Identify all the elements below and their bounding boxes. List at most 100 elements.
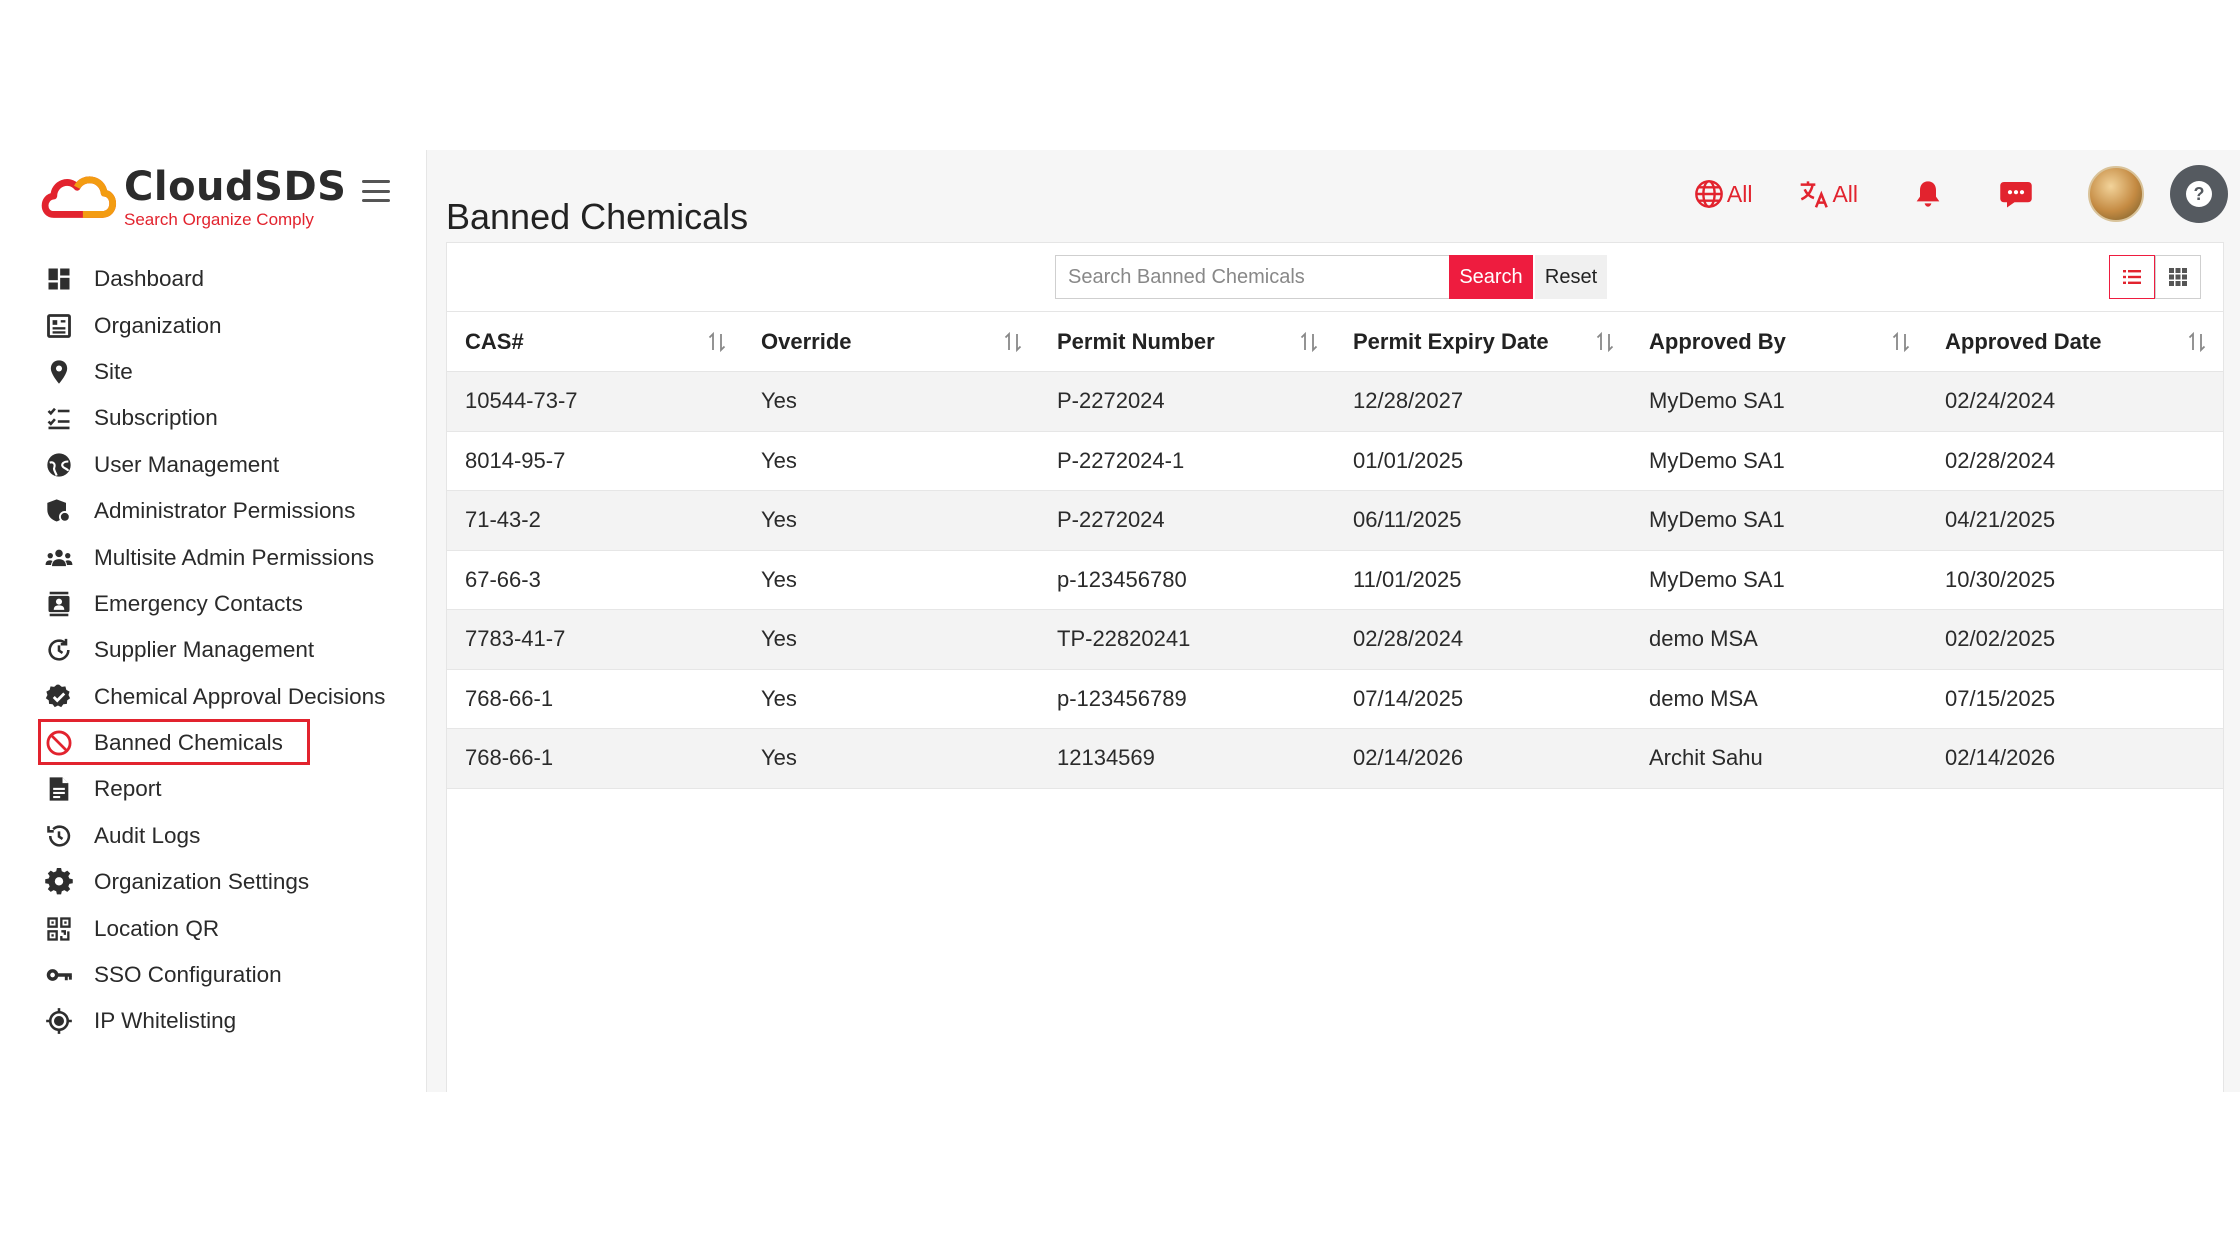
sidebar-item-label: Location QR <box>94 915 220 941</box>
page-title: Banned Chemicals <box>446 196 749 238</box>
cell-override: Yes <box>761 566 797 592</box>
search-bar: Search Reset <box>1055 255 1607 299</box>
sidebar-item-location-qr[interactable]: Location QR <box>40 905 420 951</box>
sidebar-item-administrator-permissions[interactable]: Administrator Permissions <box>40 488 420 534</box>
cell-permit-expiry-date: 01/01/2025 <box>1353 447 1464 473</box>
table-row[interactable]: 10544-73-7 Yes P-2272024 12/28/2027 MyDe… <box>447 371 2223 431</box>
sidebar-item-dashboard[interactable]: Dashboard <box>40 256 420 302</box>
cell-permit-number: TP-22820241 <box>1057 626 1191 652</box>
cell-approved-by: MyDemo SA1 <box>1649 566 1785 592</box>
sidebar-item-banned-chemicals[interactable]: Banned Chemicals <box>38 718 420 766</box>
sidebar-item-label: Organization Settings <box>94 869 310 895</box>
sidebar-item-supplier-management[interactable]: Supplier Management <box>40 627 420 673</box>
column-header-override[interactable]: Override <box>743 312 1039 372</box>
region-selector-label: All <box>1726 180 1753 207</box>
sidebar-item-multisite-admin-permissions[interactable]: Multisite Admin Permissions <box>40 534 420 580</box>
sidebar-item-organization-settings[interactable]: Organization Settings <box>40 859 420 905</box>
table-row[interactable]: 71-43-2 Yes P-2272024 06/11/2025 MyDemo … <box>447 490 2223 550</box>
cell-cas: 768-66-1 <box>465 745 554 771</box>
cell-override: Yes <box>761 447 797 473</box>
sort-icon[interactable] <box>705 330 729 354</box>
sort-icon[interactable] <box>1889 330 1913 354</box>
sidebar-item-label: Banned Chemicals <box>94 730 283 756</box>
table-row[interactable]: 8014-95-7 Yes P-2272024-1 01/01/2025 MyD… <box>447 431 2223 491</box>
cell-approved-by: Archit Sahu <box>1649 745 1763 771</box>
table-row[interactable]: 67-66-3 Yes p-123456780 11/01/2025 MyDem… <box>447 550 2223 610</box>
question-icon: ? <box>2186 181 2212 207</box>
search-input[interactable] <box>1055 255 1449 299</box>
cell-approved-date: 02/24/2024 <box>1945 388 2056 414</box>
view-toggle <box>2109 255 2201 299</box>
language-selector-label: All <box>1832 180 1858 207</box>
notification-button[interactable] <box>1912 178 1944 210</box>
sidebar-item-report[interactable]: Report <box>40 766 420 812</box>
cell-cas: 67-66-3 <box>465 566 541 592</box>
reset-button[interactable]: Reset <box>1535 255 1607 299</box>
language-selector[interactable]: All <box>1798 178 1858 210</box>
column-header-permit-number[interactable]: Permit Number <box>1039 312 1335 372</box>
grid-icon <box>2169 268 2187 286</box>
sidebar-item-audit-logs[interactable]: Audit Logs <box>40 813 420 859</box>
cell-permit-number: p-123456789 <box>1057 685 1187 711</box>
column-header-approved-by[interactable]: Approved By <box>1631 312 1927 372</box>
sort-icon[interactable] <box>2185 330 2209 354</box>
grid-view-button[interactable] <box>2155 255 2201 299</box>
sidebar-item-user-management[interactable]: User Management <box>40 442 420 488</box>
translate-icon <box>1801 181 1829 208</box>
sidebar-item-label: IP Whitelisting <box>94 1008 237 1034</box>
region-selector[interactable]: All <box>1693 178 1753 210</box>
sidebar-item-site[interactable]: Site <box>40 349 420 395</box>
column-header-approved-date[interactable]: Approved Date <box>1927 312 2223 372</box>
help-button[interactable]: ? <box>2170 165 2228 223</box>
search-button[interactable]: Search <box>1449 255 1533 299</box>
cloud-logo-icon <box>41 176 117 218</box>
sidebar-item-label: SSO Configuration <box>94 962 282 988</box>
qr-code-icon <box>44 914 74 944</box>
table-row[interactable]: 768-66-1 Yes p-123456789 07/14/2025 demo… <box>447 669 2223 729</box>
cell-override: Yes <box>761 685 797 711</box>
cell-approved-date: 10/30/2025 <box>1945 566 2056 592</box>
cell-cas: 768-66-1 <box>465 685 554 711</box>
cell-approved-date: 02/02/2025 <box>1945 626 2056 652</box>
refresh-clock-icon <box>44 635 74 665</box>
banned-chemicals-panel: Search Reset CAS# Override <box>446 242 2224 1092</box>
ban-icon <box>44 728 74 758</box>
sort-icon[interactable] <box>1297 330 1321 354</box>
chat-bubble-icon <box>2000 182 2032 208</box>
cell-approved-date: 02/14/2026 <box>1945 745 2056 771</box>
users-group-icon <box>44 543 74 573</box>
sort-icon[interactable] <box>1001 330 1025 354</box>
sidebar-item-ip-whitelisting[interactable]: IP Whitelisting <box>40 998 420 1044</box>
list-icon <box>2123 270 2141 284</box>
cell-cas: 10544-73-7 <box>465 388 578 414</box>
app-window: CloudSDS Search Organize Comply Dashboar… <box>28 150 2240 1092</box>
cell-cas: 71-43-2 <box>465 507 541 533</box>
sort-icon[interactable] <box>1593 330 1617 354</box>
globe-user-icon <box>44 450 74 480</box>
sidebar-item-label: Audit Logs <box>94 822 201 848</box>
sidebar-item-sso-configuration[interactable]: SSO Configuration <box>40 952 420 998</box>
sidebar-item-organization[interactable]: Organization <box>40 302 420 348</box>
report-icon <box>44 774 74 804</box>
dashboard-icon <box>44 264 74 294</box>
column-header-permit-expiry-date[interactable]: Permit Expiry Date <box>1335 312 1631 372</box>
sidebar-item-subscription[interactable]: Subscription <box>40 395 420 441</box>
hamburger-menu-icon[interactable] <box>362 180 390 202</box>
table-row[interactable]: 7783-41-7 Yes TP-22820241 02/28/2024 dem… <box>447 609 2223 669</box>
gear-icon <box>44 867 74 897</box>
building-icon <box>44 311 74 341</box>
sidebar-item-label: Chemical Approval Decisions <box>94 683 386 709</box>
sidebar-item-emergency-contacts[interactable]: Emergency Contacts <box>40 581 420 627</box>
sidebar-item-label: Dashboard <box>94 266 205 292</box>
cell-permit-expiry-date: 02/28/2024 <box>1353 626 1464 652</box>
user-avatar[interactable] <box>2088 166 2144 222</box>
table-row[interactable]: 768-66-1 Yes 12134569 02/14/2026 Archit … <box>447 728 2223 788</box>
column-header-cas[interactable]: CAS# <box>447 312 743 372</box>
messages-button[interactable] <box>1998 176 2034 212</box>
sidebar-item-chemical-approval-decisions[interactable]: Chemical Approval Decisions <box>40 674 420 720</box>
globe-icon <box>1695 180 1723 208</box>
brand-name: CloudSDS <box>124 163 347 210</box>
sidebar-nav: Dashboard Organization Site Subscription <box>38 256 420 1045</box>
list-view-button[interactable] <box>2109 255 2155 299</box>
brand-logo[interactable]: CloudSDS Search Organize Comply <box>40 158 360 236</box>
